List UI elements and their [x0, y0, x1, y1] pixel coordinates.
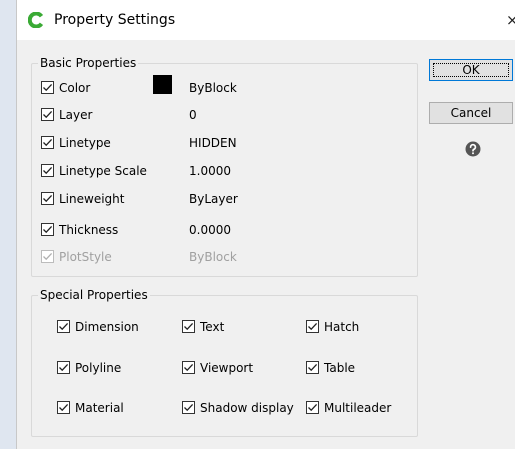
- checkbox-box[interactable]: [306, 361, 319, 374]
- checkbox-label-viewport: Viewport: [200, 361, 254, 375]
- checkbox-box[interactable]: [41, 136, 54, 149]
- checkbox-label-table: Table: [324, 361, 356, 375]
- checkbox-box[interactable]: [41, 223, 54, 236]
- close-icon[interactable]: ×: [506, 10, 515, 30]
- color-swatch[interactable]: [153, 75, 172, 94]
- checkbox-box[interactable]: [57, 401, 70, 414]
- checkbox-label-lineweight: Lineweight: [59, 192, 125, 206]
- app-logo-icon: [28, 12, 44, 28]
- checkbox-box[interactable]: [57, 361, 70, 374]
- checkbox-label-plotstyle: PlotStyle: [59, 250, 112, 264]
- checkbox-box[interactable]: [306, 320, 319, 333]
- checkbox-label-text: Text: [200, 320, 225, 334]
- cancel-button[interactable]: Cancel: [429, 102, 513, 124]
- checkbox-box[interactable]: [182, 320, 195, 333]
- checkbox-label-linetype: Linetype: [59, 136, 111, 150]
- checkbox-label-dimension: Dimension: [75, 320, 139, 334]
- checkbox-label-layer: Layer: [59, 108, 93, 122]
- checkbox-box[interactable]: [41, 192, 54, 205]
- checkbox-label-color: Color: [59, 81, 91, 95]
- ok-button[interactable]: OK: [429, 59, 513, 81]
- checkbox-box[interactable]: [182, 361, 195, 374]
- title-bar: Property Settings ×: [17, 0, 515, 40]
- checkbox-box: [41, 250, 54, 263]
- cancel-button-label: Cancel: [450, 106, 492, 120]
- checkbox-box[interactable]: [57, 320, 70, 333]
- checkbox-label-shadow-display: Shadow display: [200, 401, 294, 415]
- value-linetype: HIDDEN: [189, 136, 237, 150]
- checkbox-box[interactable]: [41, 81, 54, 94]
- special-properties-label: Special Properties: [38, 288, 150, 302]
- value-thickness: 0.0000: [189, 223, 231, 237]
- checkbox-label-polyline: Polyline: [75, 361, 122, 375]
- checkbox-box[interactable]: [41, 108, 54, 121]
- value-layer: 0: [189, 108, 197, 122]
- checkbox-label-linetype-scale: Linetype Scale: [59, 164, 147, 178]
- checkbox-label-hatch: Hatch: [324, 320, 360, 334]
- value-lineweight: ByLayer: [189, 192, 238, 206]
- value-color: ByBlock: [189, 81, 237, 95]
- ok-button-label: OK: [462, 63, 480, 77]
- checkbox-label-multileader: Multileader: [324, 401, 392, 415]
- window-title: Property Settings: [54, 12, 176, 28]
- value-plotstyle: ByBlock: [189, 250, 237, 264]
- checkbox-box[interactable]: [182, 401, 195, 414]
- checkbox-label-material: Material: [75, 401, 124, 415]
- checkbox-box[interactable]: [306, 401, 319, 414]
- value-linetype-scale: 1.0000: [189, 164, 231, 178]
- basic-properties-label: Basic Properties: [38, 56, 139, 70]
- question-circle-icon[interactable]: [465, 141, 481, 157]
- checkbox-label-thickness: Thickness: [59, 223, 119, 237]
- checkbox-box[interactable]: [41, 164, 54, 177]
- property-settings-dialog: Property Settings × Basic Properties Col…: [16, 0, 515, 449]
